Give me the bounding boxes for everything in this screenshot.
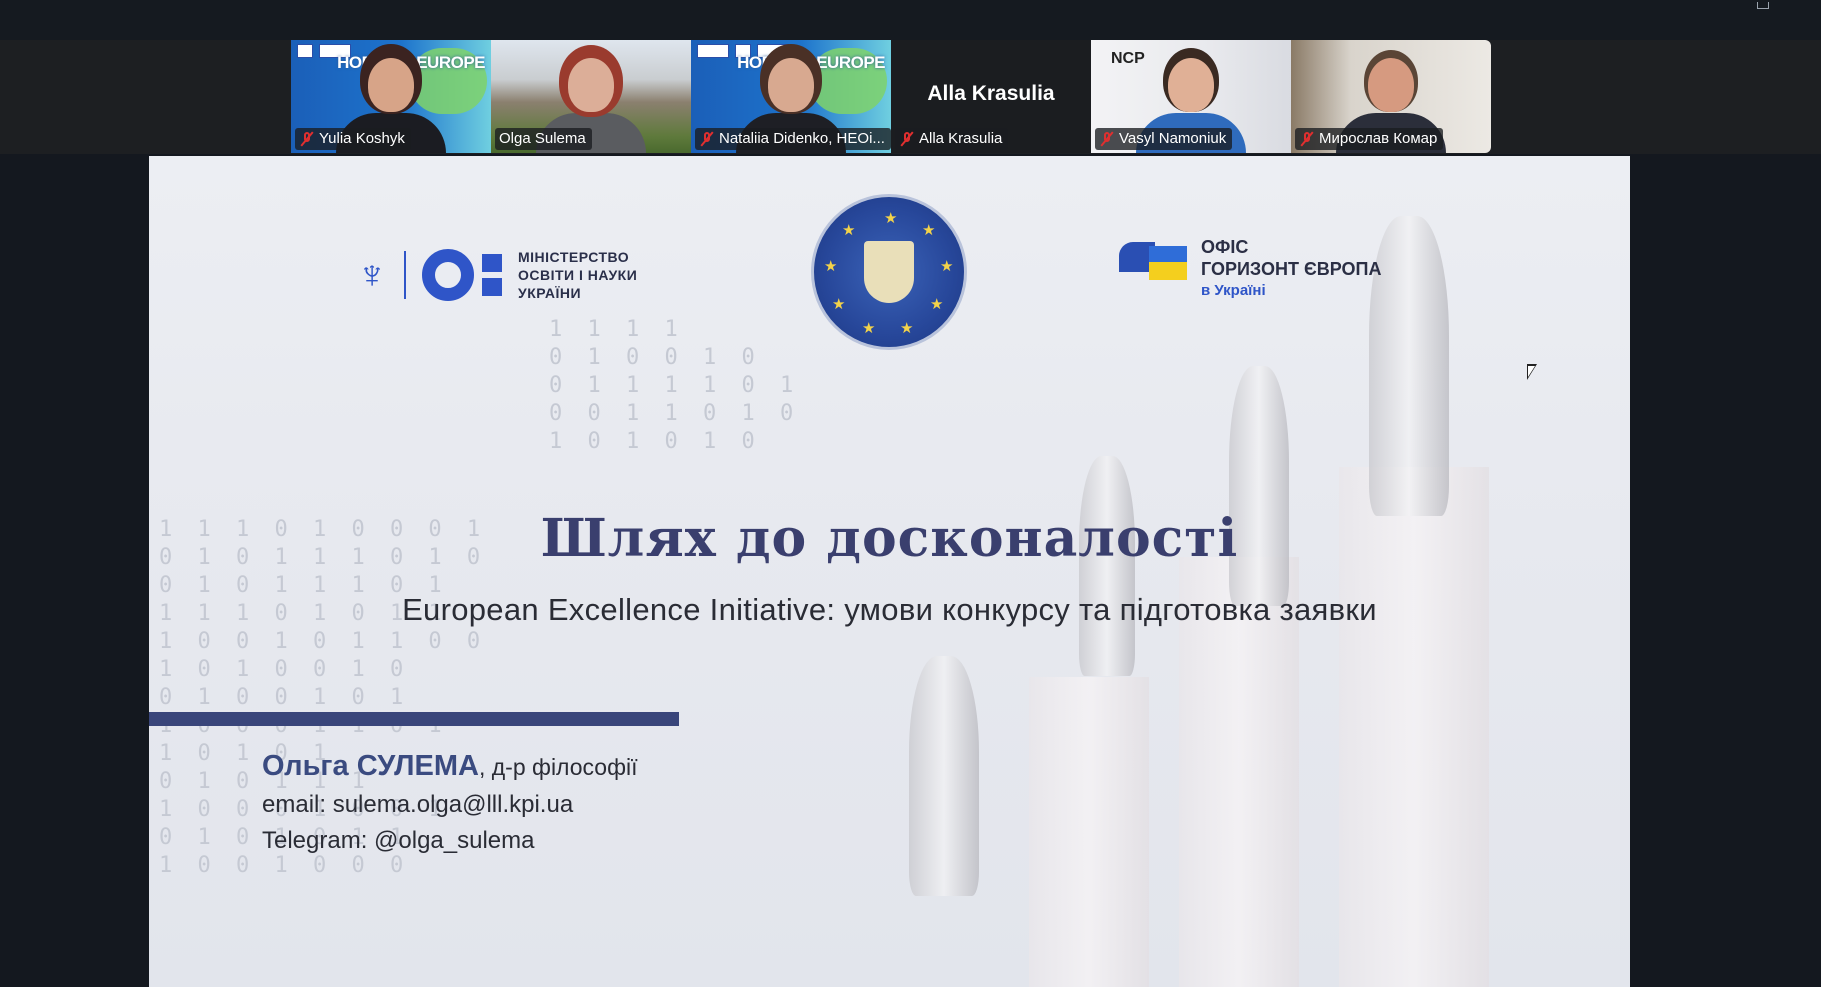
horizon-europe-logo: HORIZON EUROPE — [337, 53, 485, 72]
window-control-icon[interactable] — [1757, 2, 1769, 9]
author-info: Ольга СУЛЕМА, д-р філософії email: sulem… — [262, 750, 638, 855]
mic-muted-icon — [1299, 131, 1315, 147]
office-line-3: в Україні — [1201, 282, 1266, 299]
ministry-name: МІНІСТЕРСТВО ОСВІТИ І НАУКИ УКРАЇНИ — [518, 249, 638, 301]
participant-name-label: Nataliia Didenko, HEOi... — [695, 128, 891, 150]
ncp-logo: NCP — [1111, 50, 1145, 67]
ncp-horizon-europe-widera-seal: ★ ★ ★ ★ ★ ★ ★ ★ ★ — [811, 194, 967, 350]
office-line-2: ГОРИЗОНТ ЄВРОПА — [1201, 259, 1382, 279]
participant-video — [768, 58, 814, 112]
author-telegram: Telegram: @olga_sulema — [262, 827, 535, 854]
participant-name-label: Yulia Koshyk — [295, 128, 411, 150]
author-name: Ольга СУЛЕМА — [262, 750, 479, 782]
window-top-bar — [0, 0, 1821, 40]
participant-name-label: Мирослав Комар — [1295, 128, 1444, 150]
slide-title: Шлях до досконалості — [540, 508, 1239, 569]
author-email: email: sulema.olga@lll.kpi.ua — [262, 791, 574, 818]
mouse-cursor-icon — [1527, 364, 1537, 380]
slide-subtitle: European Excellence Initiative: умови ко… — [402, 592, 1377, 627]
mic-muted-icon — [1099, 131, 1115, 147]
binary-pattern-decoration: 1 1 1 1 0 1 0 0 1 0 0 1 1 1 1 0 1 0 0 1 … — [549, 317, 800, 454]
eu-ukraine-flag-icon — [1119, 242, 1187, 286]
mic-muted-icon — [699, 131, 715, 147]
mic-muted-icon — [299, 131, 315, 147]
participant-tile-olga-sulema[interactable]: Olga Sulema — [491, 40, 691, 153]
participant-tile-vasyl-namoniuk[interactable]: NCP Vasyl Namoniuk — [1091, 40, 1291, 153]
participant-tile-myroslav-komar[interactable]: Мирослав Комар — [1291, 40, 1491, 153]
participant-tile-yulia-koshyk[interactable]: HORIZON EUROPE Yulia Koshyk — [291, 40, 491, 153]
divider-bar — [149, 712, 679, 726]
participant-tile-alla-krasulia[interactable]: Alla Krasulia Alla Krasulia — [891, 40, 1091, 153]
participant-video — [1168, 58, 1214, 112]
horizon-europe-logo: HORIZON EUROPE — [737, 53, 885, 72]
participant-tile-nataliia-didenko[interactable]: HORIZON EUROPE Nataliia Didenko, HEOi... — [691, 40, 891, 153]
participant-video — [1368, 58, 1414, 112]
participant-video — [368, 58, 414, 112]
participant-name-label: Alla Krasulia — [895, 128, 1009, 150]
horizon-europe-office-logo: ОФІС ГОРИЗОНТ ЄВРОПА в Україні — [1119, 236, 1381, 302]
shared-screen-slide: 1 1 1 0 1 0 0 0 1 0 1 0 1 1 1 0 1 0 0 1 … — [149, 156, 1630, 987]
participant-name-label: Olga Sulema — [495, 128, 592, 150]
author-degree: , д-р філософії — [478, 754, 638, 780]
office-line-1: ОФІС — [1201, 237, 1249, 257]
ministry-of-education-logo: ♆ МІНІСТЕРСТВО ОСВІТИ І НАУКИ УКРАЇНИ — [356, 248, 637, 302]
participant-name-label: Vasyl Namoniuk — [1095, 128, 1233, 150]
mic-muted-icon — [899, 131, 915, 147]
participant-display-name: Alla Krasulia — [927, 82, 1055, 105]
participant-video — [568, 58, 614, 112]
trident-icon: ♆ — [357, 253, 387, 297]
